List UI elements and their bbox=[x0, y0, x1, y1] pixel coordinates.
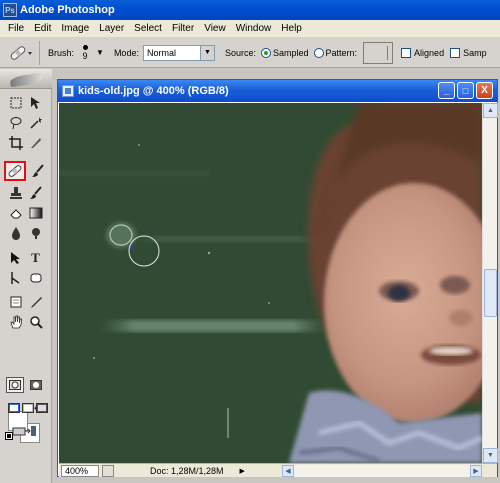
mode-select[interactable]: Normal ▼ bbox=[142, 44, 215, 61]
menu-bar: File Edit Image Layer Select Filter View… bbox=[0, 20, 500, 38]
menu-view[interactable]: View bbox=[199, 20, 231, 38]
standard-mode-icon[interactable] bbox=[6, 377, 24, 393]
slice-tool-icon[interactable] bbox=[27, 134, 44, 151]
mode-value: Normal bbox=[146, 47, 176, 58]
magic-wand-tool-icon[interactable] bbox=[27, 114, 44, 131]
sample-label: Samp bbox=[463, 47, 487, 58]
status-bar: 400% Doc: 1,28M/1,28M ▶ ◀ ▶ bbox=[59, 463, 497, 477]
crop-tool-icon[interactable] bbox=[7, 134, 24, 151]
brush-size-value: 9 bbox=[82, 50, 88, 61]
gradient-tool-icon[interactable] bbox=[27, 204, 44, 221]
options-bar: Brush: 9 ▼ Mode: Normal ▼ Source: Sample… bbox=[0, 38, 500, 68]
menu-window[interactable]: Window bbox=[231, 20, 277, 38]
history-brush-tool-icon[interactable] bbox=[27, 184, 44, 201]
document-size: Doc: 1,28M/1,28M bbox=[150, 465, 224, 476]
brush-tool-icon[interactable] bbox=[29, 162, 46, 179]
dodge-tool-icon[interactable] bbox=[27, 224, 44, 241]
brush-size-picker[interactable]: 9 bbox=[78, 44, 92, 61]
toolbox-header[interactable] bbox=[0, 69, 52, 89]
maximize-button[interactable]: □ bbox=[457, 82, 474, 99]
pattern-picker[interactable] bbox=[363, 41, 394, 64]
bandage-icon bbox=[10, 45, 32, 60]
sample-all-layers-checkbox[interactable] bbox=[450, 47, 461, 58]
status-menu-icon[interactable] bbox=[102, 464, 114, 477]
brush-label: Brush: bbox=[48, 47, 75, 58]
pen-tool-icon[interactable] bbox=[7, 269, 24, 286]
path-selection-tool-icon[interactable] bbox=[7, 249, 24, 266]
horizontal-scrollbar[interactable]: ◀ ▶ bbox=[282, 464, 482, 477]
aligned-checkbox[interactable] bbox=[401, 47, 412, 58]
clone-stamp-tool-icon[interactable] bbox=[7, 184, 24, 201]
document-window: kids-old.jpg @ 400% (RGB/8) _ □ X ▲ ▼ 40… bbox=[57, 79, 498, 477]
feather-logo-icon bbox=[9, 72, 43, 88]
status-arrow-icon[interactable]: ▶ bbox=[240, 467, 245, 475]
jump-to-imageready-icon[interactable] bbox=[10, 422, 40, 439]
healing-brush-tool-icon[interactable] bbox=[4, 161, 26, 181]
brush-dot-icon bbox=[82, 44, 88, 50]
image-canvas[interactable] bbox=[59, 103, 482, 463]
hand-tool-icon[interactable] bbox=[7, 313, 24, 330]
sampled-label: Sampled bbox=[272, 47, 309, 58]
type-tool-icon[interactable]: T bbox=[27, 249, 44, 266]
menu-layer[interactable]: Layer bbox=[94, 20, 129, 38]
photo-image bbox=[59, 103, 482, 463]
aligned-label: Aligned bbox=[414, 47, 445, 58]
notes-tool-icon[interactable] bbox=[7, 293, 24, 310]
app-title-bar: Ps Adobe Photoshop bbox=[0, 0, 500, 20]
tool-preset-picker[interactable] bbox=[2, 40, 40, 65]
lasso-tool-icon[interactable] bbox=[7, 114, 24, 131]
vertical-scroll-thumb[interactable] bbox=[484, 269, 497, 317]
move-tool-icon[interactable] bbox=[27, 94, 44, 111]
scroll-left-icon[interactable]: ◀ bbox=[282, 464, 294, 477]
vertical-scrollbar[interactable]: ▲ ▼ bbox=[482, 103, 498, 463]
pattern-radio[interactable] bbox=[313, 47, 324, 58]
blur-tool-icon[interactable] bbox=[7, 224, 24, 241]
document-icon bbox=[62, 85, 74, 97]
menu-image[interactable]: Image bbox=[56, 20, 94, 38]
minimize-button[interactable]: _ bbox=[438, 82, 455, 99]
app-title: Adobe Photoshop bbox=[20, 4, 115, 16]
menu-select[interactable]: Select bbox=[129, 20, 167, 38]
document-title: kids-old.jpg @ 400% (RGB/8) bbox=[78, 85, 229, 97]
source-label: Source: bbox=[224, 47, 256, 58]
marquee-tool-icon[interactable] bbox=[7, 94, 24, 111]
pattern-label: Pattern: bbox=[325, 47, 358, 58]
menu-help[interactable]: Help bbox=[276, 20, 307, 38]
screen-mode-full-icon[interactable] bbox=[33, 399, 50, 416]
menu-filter[interactable]: Filter bbox=[167, 20, 199, 38]
sampled-radio[interactable] bbox=[260, 47, 271, 58]
photoshop-logo-icon: Ps bbox=[3, 3, 17, 17]
toolbox: T ↰ bbox=[0, 69, 52, 483]
menu-file[interactable]: File bbox=[3, 20, 29, 38]
close-button[interactable]: X bbox=[476, 82, 493, 99]
scroll-down-icon[interactable]: ▼ bbox=[483, 448, 498, 463]
zoom-level-field[interactable]: 400% bbox=[61, 464, 99, 477]
shape-tool-icon[interactable] bbox=[27, 269, 44, 286]
brush-dropdown-arrow-icon[interactable]: ▼ bbox=[96, 48, 104, 57]
quick-mask-mode-icon[interactable] bbox=[27, 377, 45, 393]
mode-label: Mode: bbox=[113, 47, 139, 58]
scroll-right-icon[interactable]: ▶ bbox=[470, 464, 482, 477]
menu-edit[interactable]: Edit bbox=[29, 20, 56, 38]
eraser-tool-icon[interactable] bbox=[7, 204, 24, 221]
zoom-tool-icon[interactable] bbox=[27, 313, 44, 330]
document-title-bar[interactable]: kids-old.jpg @ 400% (RGB/8) _ □ X bbox=[58, 80, 497, 102]
eyedropper-tool-icon[interactable] bbox=[27, 293, 44, 310]
scroll-up-icon[interactable]: ▲ bbox=[483, 103, 498, 118]
chevron-down-icon[interactable]: ▼ bbox=[199, 45, 214, 60]
